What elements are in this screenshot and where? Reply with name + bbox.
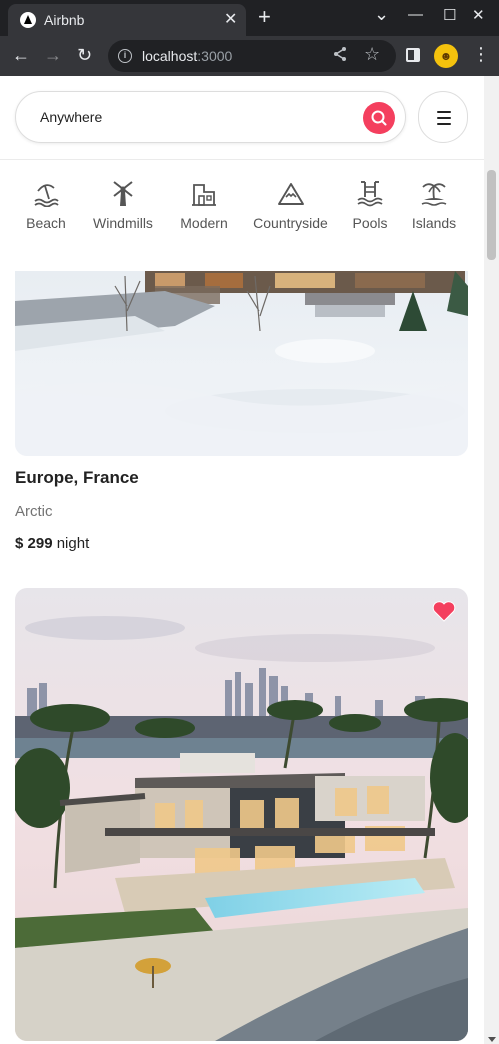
- price-amount: 299: [27, 535, 53, 552]
- tab-title: Airbnb: [44, 12, 85, 28]
- site-header: Anywhere: [0, 76, 484, 160]
- category-islands[interactable]: Islands: [411, 179, 457, 231]
- windmill-icon: [113, 181, 133, 206]
- maximize-button[interactable]: ☐: [443, 6, 456, 24]
- search-icon: [371, 110, 387, 126]
- category-label: Pools: [352, 215, 388, 231]
- listing-image[interactable]: [15, 588, 468, 1041]
- island-icon: [421, 183, 447, 206]
- modern-icon: [192, 184, 216, 206]
- page-viewport: Anywhere Beach Windmills Modern Countrys…: [0, 76, 499, 1044]
- category-label: Islands: [411, 215, 457, 231]
- beach-icon: [34, 184, 59, 207]
- search-location-label[interactable]: Anywhere: [40, 109, 102, 125]
- close-window-button[interactable]: ✕: [472, 6, 485, 24]
- category-countryside[interactable]: Countryside: [252, 179, 329, 231]
- side-panel-icon[interactable]: [406, 48, 420, 62]
- url-host: localhost: [142, 48, 198, 64]
- category-bar: Beach Windmills Modern Countryside Pools…: [0, 161, 484, 355]
- scrollbar-thumb[interactable]: [487, 170, 496, 260]
- category-pools[interactable]: Pools: [352, 179, 388, 231]
- user-menu-button[interactable]: [418, 91, 468, 143]
- category-label: Modern: [180, 215, 228, 231]
- reload-button[interactable]: ↻: [77, 44, 92, 66]
- price-unit: night: [56, 535, 90, 552]
- browser-tab[interactable]: Airbnb ✕: [8, 4, 246, 36]
- browser-toolbar: ← → ↻ i localhost:3000 ☆ ☻ ⋮: [0, 36, 499, 76]
- hamburger-icon: [437, 111, 451, 113]
- browser-menu-icon[interactable]: ⋮: [472, 43, 490, 65]
- listing-location: Europe, France: [15, 468, 139, 487]
- heart-icon[interactable]: [432, 600, 456, 622]
- listing-category: Arctic: [15, 503, 53, 520]
- minimize-button[interactable]: —: [408, 6, 423, 23]
- tab-search-dropdown-icon[interactable]: ⌄: [374, 4, 389, 25]
- new-tab-button[interactable]: +: [258, 4, 271, 30]
- profile-avatar[interactable]: ☻: [434, 44, 458, 68]
- airbnb-favicon-icon: [20, 12, 36, 28]
- pool-icon: [357, 181, 383, 207]
- category-label: Windmills: [93, 215, 153, 231]
- url-text: localhost:3000: [142, 48, 232, 64]
- category-beach[interactable]: Beach: [26, 179, 66, 231]
- bookmark-star-icon[interactable]: ☆: [364, 44, 380, 65]
- back-button[interactable]: ←: [12, 44, 30, 66]
- countryside-icon: [277, 183, 304, 205]
- address-bar[interactable]: i localhost:3000 ☆: [108, 40, 396, 72]
- page-vertical-scrollbar[interactable]: [484, 76, 499, 1044]
- tab-close-icon[interactable]: ✕: [224, 9, 237, 29]
- listing-price: $ 299 night: [15, 535, 89, 552]
- price-currency: $: [15, 535, 24, 552]
- site-info-icon[interactable]: i: [118, 49, 132, 63]
- scroll-down-arrow-icon[interactable]: [488, 1037, 496, 1042]
- category-label: Countryside: [253, 215, 328, 231]
- category-modern[interactable]: Modern: [180, 179, 228, 231]
- share-icon[interactable]: [332, 46, 348, 67]
- search-bar[interactable]: Anywhere: [15, 91, 406, 143]
- category-windmills[interactable]: Windmills: [90, 179, 156, 231]
- category-label: Beach: [26, 215, 66, 231]
- url-port: :3000: [197, 48, 233, 64]
- search-button[interactable]: [363, 102, 395, 134]
- listing-image[interactable]: [15, 271, 468, 456]
- forward-button[interactable]: →: [44, 44, 62, 66]
- browser-tab-bar: Airbnb ✕ + ⌄ — ☐ ✕: [0, 0, 499, 36]
